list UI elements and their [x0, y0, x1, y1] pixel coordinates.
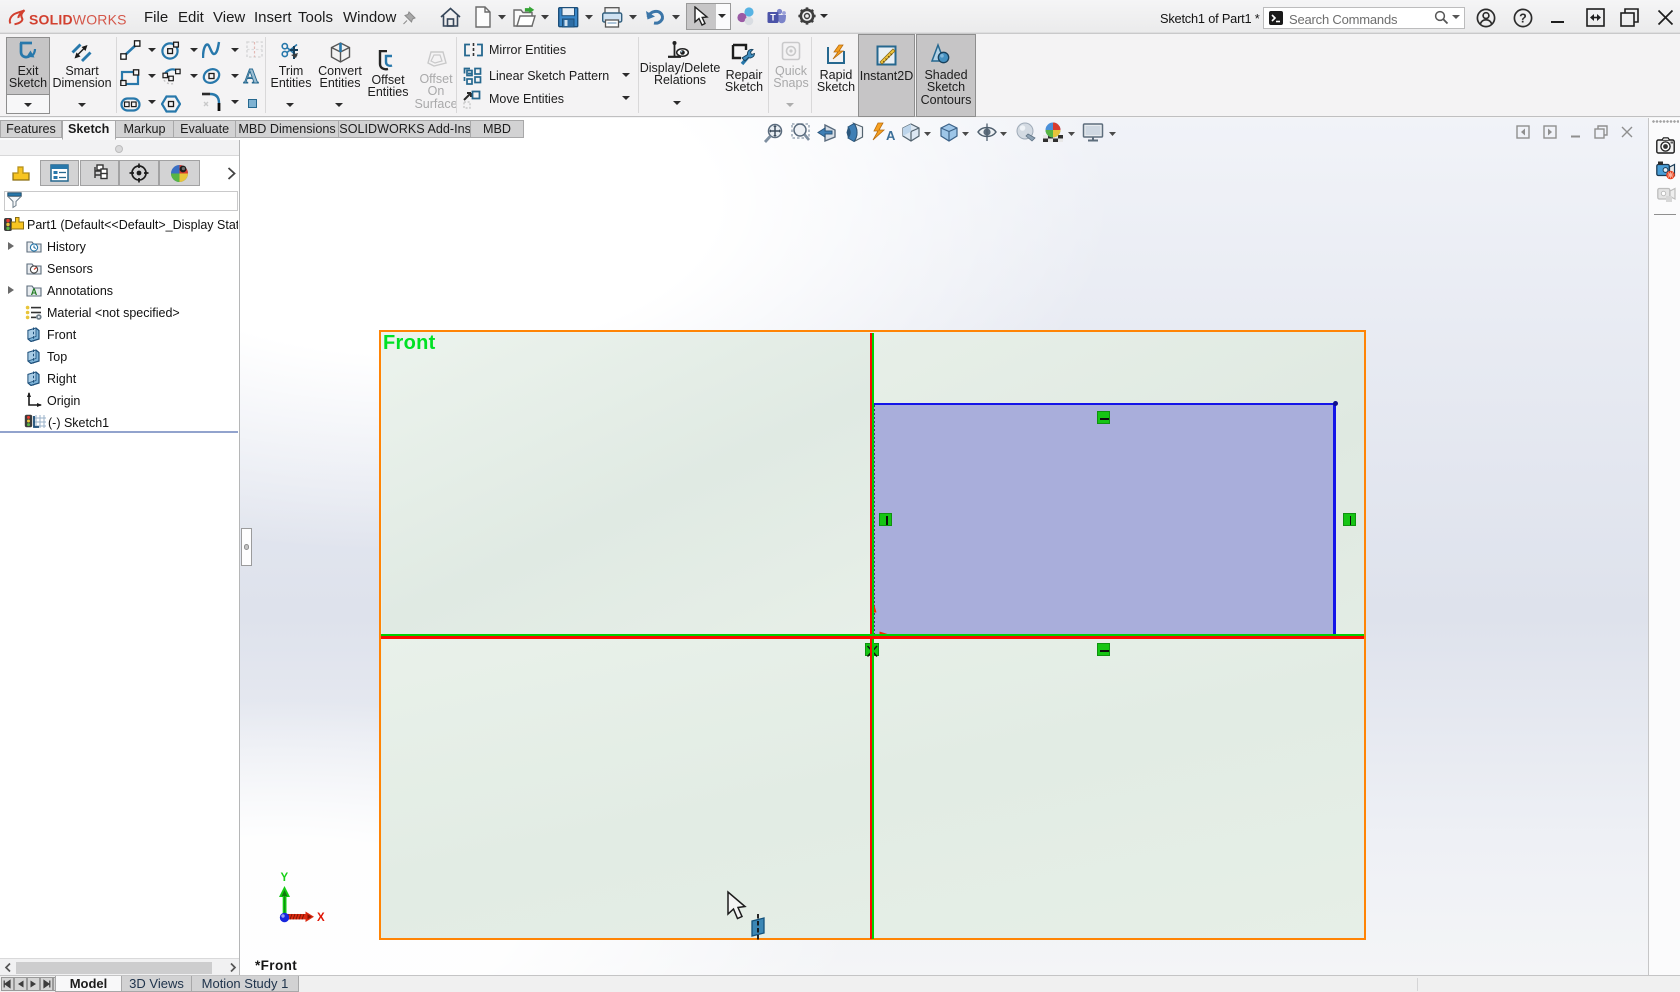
svg-text:?: ? — [1519, 12, 1527, 26]
svg-text:SOLIDWORKS: SOLIDWORKS — [29, 12, 127, 28]
svg-text:A: A — [243, 65, 259, 86]
svg-text:X: X — [317, 912, 325, 924]
svg-text:T: T — [770, 13, 776, 23]
svg-text:A: A — [31, 287, 38, 297]
svg-text:Y: Y — [281, 872, 289, 884]
svg-text:A: A — [886, 128, 896, 143]
